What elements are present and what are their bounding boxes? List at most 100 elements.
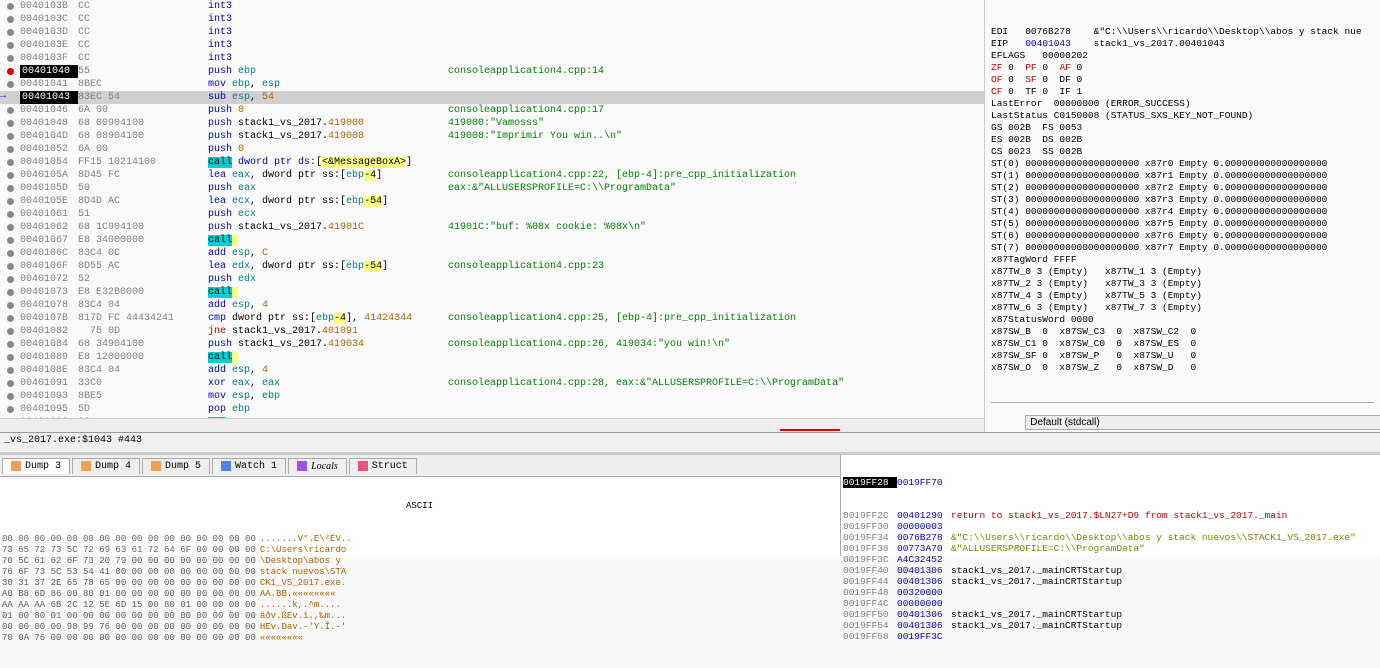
- stack-row[interactable]: 0019FF580019FF3C: [843, 631, 1378, 642]
- stack-row[interactable]: 0019FF2C00401290return to stack1_vs_2017…: [843, 510, 1378, 521]
- register-line: x87TW_6 3 (Empty) x87TW_7 3 (Empty): [991, 302, 1374, 314]
- disasm-row[interactable]: 0040104055push ebpconsoleapplication4.cp…: [0, 65, 984, 78]
- disasm-row[interactable]: 0040107883C4 04add esp, 4: [0, 299, 984, 312]
- disasm-row[interactable]: 0040103ECCint3: [0, 39, 984, 52]
- register-line: GS 002B FS 0053: [991, 122, 1374, 134]
- dump-tab[interactable]: Dump 3: [2, 458, 70, 474]
- register-line: EIP 00401043 stack1_vs_2017.00401043: [991, 38, 1374, 50]
- disasm-row[interactable]: 00401054FF15 10214100call dword ptr ds:[…: [0, 156, 984, 169]
- register-line: EDI 0076B278 &"C:\\Users\\ricardo\\Deskt…: [991, 26, 1374, 38]
- dump-pane[interactable]: Dump 3Dump 4Dump 5Watch 1LocalsStruct AS…: [0, 455, 840, 556]
- dump-tab[interactable]: Dump 4: [72, 458, 140, 474]
- register-line: LastStatus C0150008 (STATUS_SXS_KEY_NOT_…: [991, 110, 1374, 122]
- status-bar: _vs_2017.exe:$1043 #443: [0, 432, 1380, 452]
- register-line: ES 002B DS 002B: [991, 134, 1374, 146]
- dump-row[interactable]: 01 00 80 01 00 00 00 00 00 00 00 00 00 0…: [2, 611, 838, 622]
- disasm-row[interactable]: 004010955Dpop ebp: [0, 403, 984, 416]
- register-line: CF 0 TF 0 IF 1: [991, 86, 1374, 98]
- disasm-row[interactable]: 0040108468 34904100push stack1_vs_2017.4…: [0, 338, 984, 351]
- stack-row[interactable]: 0019FF340076B278&"C:\\Users\\ricardo\\De…: [843, 532, 1378, 543]
- dump-row[interactable]: AA AA AA 6B 2C 12 5E 6D 15 00 80 01 00 0…: [2, 600, 838, 611]
- disasm-row[interactable]: 0040105A8D45 FClea eax, dword ptr ss:[eb…: [0, 169, 984, 182]
- disasm-row[interactable]: 004010526A 00push 0: [0, 143, 984, 156]
- calling-convention-select[interactable]: Default (stdcall): [1025, 415, 1380, 430]
- dump-tab[interactable]: Watch 1: [212, 458, 286, 474]
- dump-tab[interactable]: Dump 5: [142, 458, 210, 474]
- dump-row[interactable]: 30 31 37 2E 65 78 65 00 00 00 00 00 00 0…: [2, 578, 838, 589]
- disasm-row[interactable]: 00401067E8 34000000call: [0, 234, 984, 247]
- stack-row[interactable]: 0019FF3000000003: [843, 521, 1378, 532]
- register-line: ZF 0 PF 0 AF 0: [991, 62, 1374, 74]
- dump-row[interactable]: 00 00 00 00 98 99 76 00 00 00 00 00 00 0…: [2, 622, 838, 633]
- disasm-row[interactable]: 00401082 75 0Djne stack1_vs_2017.401091: [0, 325, 984, 338]
- tab-icon: [358, 461, 368, 471]
- dump-row[interactable]: 76 6F 73 5C 53 54 41 00 00 00 00 00 00 0…: [2, 567, 838, 578]
- dump-row[interactable]: 00 00 00 00 00 00 00 00 00 00 00 00 00 0…: [2, 534, 838, 545]
- tab-icon: [11, 461, 21, 471]
- register-line: ST(5) 00000000000000000000 x87r5 Empty 0…: [991, 218, 1374, 230]
- dump-row[interactable]: 70 0A 76 00 00 00 00 00 00 00 00 00 00 0…: [2, 633, 838, 644]
- register-line: CS 0023 SS 002B: [991, 146, 1374, 158]
- disasm-row[interactable]: 0040106F8D55 AClea edx, dword ptr ss:[eb…: [0, 260, 984, 273]
- disasm-row[interactable]: 0040106268 1C904100push stack1_vs_2017.4…: [0, 221, 984, 234]
- disasm-row[interactable]: 0040103CCCint3: [0, 13, 984, 26]
- register-line: ST(2) 00000000000000000000 x87r2 Empty 0…: [991, 182, 1374, 194]
- dump-row[interactable]: 73 65 72 73 5C 72 69 63 61 72 64 6F 00 0…: [2, 545, 838, 556]
- register-line: x87TW_0 3 (Empty) x87TW_1 3 (Empty): [991, 266, 1374, 278]
- disasm-row[interactable]: 0040105D50push eaxeax:&"ALLUSERSPROFILE=…: [0, 182, 984, 195]
- dump-row[interactable]: A0 B8 6D 86 00 80 01 00 00 00 00 00 00 0…: [2, 589, 838, 600]
- red-marker: [780, 429, 840, 431]
- register-line: OF 0 SF 0 DF 0: [991, 74, 1374, 86]
- register-line: ST(1) 00000000000000000000 x87r1 Empty 0…: [991, 170, 1374, 182]
- disasm-row[interactable]: 004010466A 00push 0consoleapplication4.c…: [0, 104, 984, 117]
- disasm-row[interactable]: 0040104383EC 54sub esp, 54: [0, 91, 984, 104]
- disasm-row[interactable]: 00401073E8 E32B0000call: [0, 286, 984, 299]
- register-line: x87SW_O 0 x87SW_Z 0 x87SW_D 0: [991, 362, 1374, 374]
- disasm-row[interactable]: 0040104D68 08904100push stack1_vs_2017.4…: [0, 130, 984, 143]
- disasm-row[interactable]: 004010938BE5mov esp, ebp: [0, 390, 984, 403]
- disasm-row[interactable]: 0040107252push edx: [0, 273, 984, 286]
- register-line: x87SW_C1 0 x87SW_C0 0 x87SW_ES 0: [991, 338, 1374, 350]
- register-line: ST(3) 00000000000000000000 x87r3 Empty 0…: [991, 194, 1374, 206]
- register-line: x87SW_SF 0 x87SW_P 0 x87SW_U 0: [991, 350, 1374, 362]
- register-line: ST(0) 00000000000000000000 x87r0 Empty 0…: [991, 158, 1374, 170]
- disasm-row[interactable]: 0040104868 00904100push stack1_vs_2017.4…: [0, 117, 984, 130]
- dump-tab-bar: Dump 3Dump 4Dump 5Watch 1LocalsStruct: [0, 455, 840, 477]
- disasm-row[interactable]: 0040105E8D4D AClea ecx, dword ptr ss:[eb…: [0, 195, 984, 208]
- stack-row[interactable]: 0019FF5400401306stack1_vs_2017._mainCRTS…: [843, 620, 1378, 631]
- disasm-row[interactable]: 0040106C83C4 0Cadd esp, C: [0, 247, 984, 260]
- disassembly-pane[interactable]: → 0040103BCCint30040103CCCint30040103DCC…: [0, 0, 985, 432]
- registers-pane[interactable]: EDI 0076B278 &"C:\\Users\\ricardo\\Deskt…: [985, 0, 1380, 432]
- disasm-row[interactable]: 0040103FCCint3: [0, 52, 984, 65]
- disasm-row[interactable]: 0040107B817D FC 44434241cmp dword ptr ss…: [0, 312, 984, 325]
- tab-icon: [81, 461, 91, 471]
- dump-tab[interactable]: Struct: [349, 458, 417, 474]
- stack-row[interactable]: 0019FF4C00000000: [843, 598, 1378, 609]
- stack-top-val: 0019FF70: [897, 477, 951, 488]
- register-line: x87StatusWord 0000: [991, 314, 1374, 326]
- dump-row[interactable]: 70 5C 61 62 6F 73 20 79 00 00 00 00 00 0…: [2, 556, 838, 567]
- stack-row[interactable]: 0019FF4400401306stack1_vs_2017._mainCRTS…: [843, 576, 1378, 587]
- disasm-row[interactable]: 00401089E8 12000000call: [0, 351, 984, 364]
- register-line: x87TagWord FFFF: [991, 254, 1374, 266]
- disasm-row[interactable]: 0040108E83C4 04add esp, 4: [0, 364, 984, 377]
- register-line: ST(6) 00000000000000000000 x87r6 Empty 0…: [991, 230, 1374, 242]
- disasm-row[interactable]: 0040103BCCint3: [0, 0, 984, 13]
- stack-row[interactable]: 0019FF4000401306stack1_vs_2017._mainCRTS…: [843, 565, 1378, 576]
- register-line: ST(7) 00000000000000000000 x87r7 Empty 0…: [991, 242, 1374, 254]
- register-line: LastError 00000000 (ERROR_SUCCESS): [991, 98, 1374, 110]
- disasm-row[interactable]: 0040106151push ecx: [0, 208, 984, 221]
- stack-row[interactable]: 0019FF3800773A70&"ALLUSERSPROFILE=C:\\Pr…: [843, 543, 1378, 554]
- disasm-row[interactable]: 004010418BECmov ebp, esp: [0, 78, 984, 91]
- dump-tab[interactable]: Locals: [288, 458, 347, 474]
- stack-row[interactable]: 0019FF4800320000: [843, 587, 1378, 598]
- disasm-row[interactable]: 0040103DCCint3: [0, 26, 984, 39]
- disasm-row[interactable]: 0040109133C0xor eax, eaxconsoleapplicati…: [0, 377, 984, 390]
- tab-icon: [297, 461, 307, 471]
- stack-pane[interactable]: 0019FF28 0019FF70 0019FF2C00401290return…: [840, 455, 1380, 556]
- dump-ascii-header: ASCII: [406, 501, 433, 512]
- stack-row[interactable]: 0019FF5000401306stack1_vs_2017._mainCRTS…: [843, 609, 1378, 620]
- register-line: ST(4) 00000000000000000000 x87r4 Empty 0…: [991, 206, 1374, 218]
- tab-icon: [221, 461, 231, 471]
- stack-top-addr: 0019FF28: [843, 477, 897, 488]
